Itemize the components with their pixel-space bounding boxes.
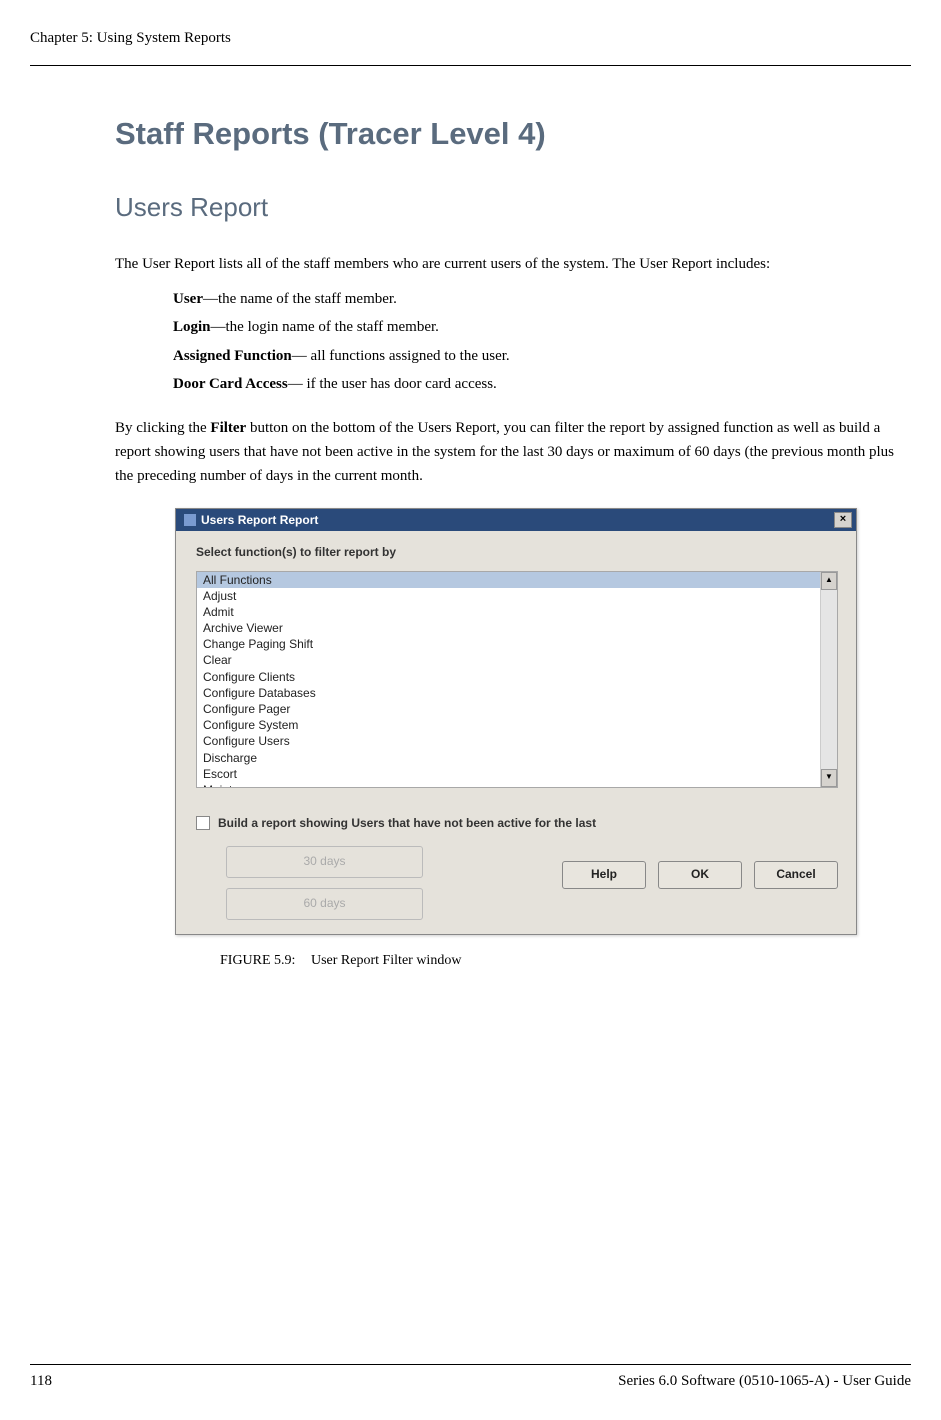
intro-text: The User Report lists all of the staff m… <box>115 253 901 276</box>
functions-list[interactable]: All Functions Adjust Admit Archive Viewe… <box>197 572 820 787</box>
main-content: Staff Reports (Tracer Level 4) Users Rep… <box>0 66 941 969</box>
figure-number: FIGURE 5.9: <box>220 953 295 968</box>
scrollbar[interactable]: ▲ ▼ <box>820 572 837 787</box>
page-header: Chapter 5: Using System Reports <box>0 0 941 57</box>
def-desc: —the name of the staff member. <box>203 291 397 307</box>
dialog-titlebar[interactable]: Users Report Report × <box>176 509 856 531</box>
checkbox-icon[interactable] <box>196 816 210 830</box>
section-title: Users Report <box>115 192 901 223</box>
chapter-label: Chapter 5: Using System Reports <box>30 30 231 46</box>
dialog-bottom-row: 30 days 60 days Help OK Cancel <box>196 846 838 920</box>
dialog-body: Select function(s) to filter report by A… <box>176 531 856 934</box>
list-item[interactable]: Configure Clients <box>197 669 820 685</box>
app-icon <box>184 514 196 526</box>
checkbox-label: Build a report showing Users that have n… <box>218 816 596 830</box>
def-desc: —the login name of the staff member. <box>211 319 439 335</box>
list-item[interactable]: Change Paging Shift <box>197 636 820 652</box>
inactive-users-checkbox-row[interactable]: Build a report showing Users that have n… <box>196 816 838 830</box>
list-item[interactable]: Clear <box>197 652 820 668</box>
def-desc: — if the user has door card access. <box>288 376 497 392</box>
days-column: 30 days 60 days <box>226 846 423 920</box>
def-term: Login <box>173 319 211 335</box>
page-title: Staff Reports (Tracer Level 4) <box>115 116 901 152</box>
def-desc: — all functions assigned to the user. <box>292 348 510 364</box>
filter-label: Select function(s) to filter report by <box>196 545 838 559</box>
def-term: User <box>173 291 203 307</box>
figure-text: User Report Filter window <box>311 953 461 968</box>
list-item[interactable]: Configure Pager <box>197 701 820 717</box>
list-item[interactable]: Maintenance <box>197 782 820 787</box>
list-item[interactable]: All Functions <box>197 572 820 588</box>
figure-caption: FIGURE 5.9: User Report Filter window <box>220 953 901 969</box>
days-60-button[interactable]: 60 days <box>226 888 423 920</box>
def-term: Assigned Function <box>173 348 292 364</box>
def-item: User—the name of the staff member. <box>173 288 901 311</box>
close-icon[interactable]: × <box>834 512 852 528</box>
help-button[interactable]: Help <box>562 861 646 889</box>
footer-row: 118 Series 6.0 Software (0510-1065-A) - … <box>30 1373 911 1390</box>
scroll-down-icon[interactable]: ▼ <box>821 769 837 787</box>
list-item[interactable]: Escort <box>197 766 820 782</box>
figure-block: Users Report Report × Select function(s)… <box>175 508 901 969</box>
definition-list: User—the name of the staff member. Login… <box>115 288 901 396</box>
list-item[interactable]: Configure Users <box>197 733 820 749</box>
def-term: Door Card Access <box>173 376 288 392</box>
days-30-button[interactable]: 30 days <box>226 846 423 878</box>
filter-paragraph: By clicking the Filter button on the bot… <box>115 416 901 488</box>
doc-title: Series 6.0 Software (0510-1065-A) - User… <box>618 1373 911 1390</box>
page-footer: 118 Series 6.0 Software (0510-1065-A) - … <box>0 1364 941 1390</box>
def-item: Assigned Function— all functions assigne… <box>173 345 901 368</box>
page-number: 118 <box>30 1373 52 1390</box>
ok-button[interactable]: OK <box>658 861 742 889</box>
functions-listbox[interactable]: All Functions Adjust Admit Archive Viewe… <box>196 571 838 788</box>
scroll-up-icon[interactable]: ▲ <box>821 572 837 590</box>
cancel-button[interactable]: Cancel <box>754 861 838 889</box>
list-item[interactable]: Configure System <box>197 717 820 733</box>
dialog-title: Users Report Report <box>201 513 834 527</box>
list-item[interactable]: Admit <box>197 604 820 620</box>
dialog-window: Users Report Report × Select function(s)… <box>175 508 857 935</box>
list-item[interactable]: Discharge <box>197 750 820 766</box>
list-item[interactable]: Configure Databases <box>197 685 820 701</box>
footer-rule <box>30 1364 911 1365</box>
filter-bold: Filter <box>210 420 246 436</box>
list-item[interactable]: Adjust <box>197 588 820 604</box>
action-buttons: Help OK Cancel <box>562 846 838 889</box>
def-item: Door Card Access— if the user has door c… <box>173 373 901 396</box>
def-item: Login—the login name of the staff member… <box>173 316 901 339</box>
filter-prefix: By clicking the <box>115 420 210 436</box>
list-item[interactable]: Archive Viewer <box>197 620 820 636</box>
